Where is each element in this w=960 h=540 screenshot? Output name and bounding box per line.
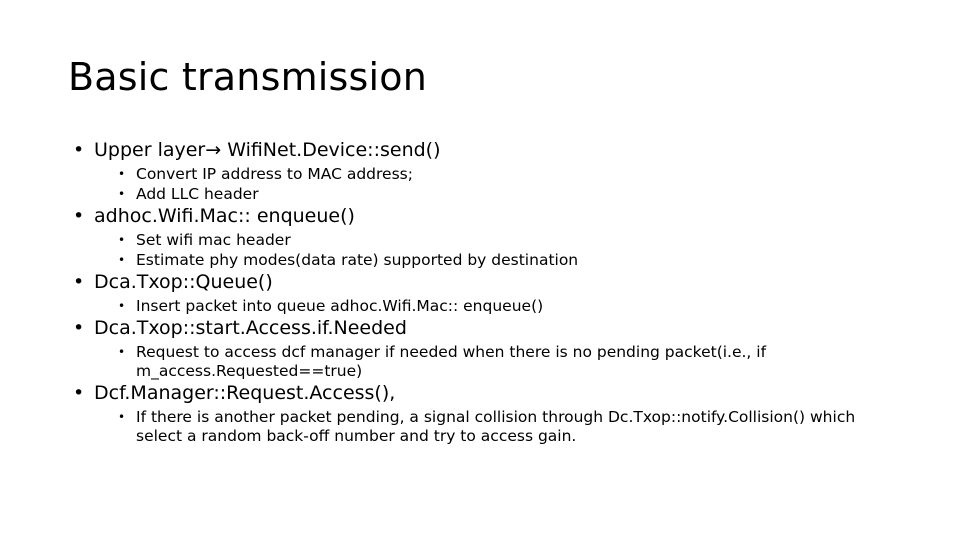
slide-body-content: • Upper layer→ WifiNet.Device::send() • …: [68, 138, 896, 446]
bullet-level1-label: Dcf.Manager::Request.Access(),: [94, 382, 396, 404]
bullet-group: • Upper layer→ WifiNet.Device::send() • …: [68, 138, 896, 204]
sub-bullet-list: • Set wifi mac header • Estimate phy mod…: [68, 231, 896, 270]
bullet-marker-icon: •: [118, 410, 126, 424]
bullet-marker-icon: •: [73, 317, 85, 339]
bullet-marker-icon: •: [118, 345, 126, 359]
bullet-marker-icon: •: [118, 187, 126, 201]
bullet-group: • Dca.Txop::Queue() • Insert packet into…: [68, 270, 896, 316]
bullet-level2-item: • Set wifi mac header: [68, 231, 896, 250]
sub-bullet-list: • Convert IP address to MAC address; • A…: [68, 165, 896, 204]
bullet-level1-item: • Dcf.Manager::Request.Access(),: [68, 381, 896, 406]
bullet-group: • Dcf.Manager::Request.Access(), • If th…: [68, 381, 896, 446]
bullet-marker-icon: •: [118, 167, 126, 181]
bullet-level2-item: • Convert IP address to MAC address;: [68, 165, 896, 184]
bullet-level2-label: Request to access dcf manager if needed …: [136, 343, 767, 380]
bullet-marker-icon: •: [118, 233, 126, 247]
bullet-level1-item: • Upper layer→ WifiNet.Device::send(): [68, 138, 896, 163]
bullet-level1-label: Dca.Txop::start.Access.if.Needed: [94, 317, 407, 339]
bullet-level1-label: adhoc.Wifi.Mac:: enqueue(): [94, 205, 355, 227]
bullet-level2-label: Convert IP address to MAC address;: [136, 165, 413, 183]
bullet-marker-icon: •: [73, 139, 85, 161]
bullet-level2-item: • Estimate phy modes(data rate) supporte…: [68, 251, 896, 270]
bullet-marker-icon: •: [118, 299, 126, 313]
bullet-level2-item: • Add LLC header: [68, 185, 896, 204]
bullet-level2-label: Set wifi mac header: [136, 231, 291, 249]
bullet-level1-item: • Dca.Txop::start.Access.if.Needed: [68, 316, 896, 341]
bullet-marker-icon: •: [73, 205, 85, 227]
sub-bullet-list: • Request to access dcf manager if neede…: [68, 343, 896, 381]
bullet-marker-icon: •: [118, 253, 126, 267]
bullet-level2-label: If there is another packet pending, a si…: [136, 408, 856, 445]
bullet-level2-item: • Insert packet into queue adhoc.Wifi.Ma…: [68, 297, 896, 316]
bullet-level1-label: Upper layer→ WifiNet.Device::send(): [94, 139, 441, 161]
bullet-level2-label: Estimate phy modes(data rate) supported …: [136, 251, 579, 269]
sub-bullet-list: • Insert packet into queue adhoc.Wifi.Ma…: [68, 297, 896, 316]
bullet-level2-item: • Request to access dcf manager if neede…: [68, 343, 896, 381]
presentation-slide: Basic transmission • Upper layer→ WifiNe…: [0, 0, 960, 540]
bullet-level1-item: • adhoc.Wifi.Mac:: enqueue(): [68, 204, 896, 229]
bullet-level2-label: Add LLC header: [136, 185, 259, 203]
bullet-level2-item: • If there is another packet pending, a …: [68, 408, 896, 446]
slide-title: Basic transmission: [68, 55, 428, 99]
bullet-group: • adhoc.Wifi.Mac:: enqueue() • Set wifi …: [68, 204, 896, 270]
bullet-marker-icon: •: [73, 382, 85, 404]
bullet-marker-icon: •: [73, 271, 85, 293]
bullet-level1-label: Dca.Txop::Queue(): [94, 271, 273, 293]
sub-bullet-list: • If there is another packet pending, a …: [68, 408, 896, 446]
bullet-level2-label: Insert packet into queue adhoc.Wifi.Mac:…: [136, 297, 544, 315]
bullet-level1-item: • Dca.Txop::Queue(): [68, 270, 896, 295]
bullet-group: • Dca.Txop::start.Access.if.Needed • Req…: [68, 316, 896, 381]
